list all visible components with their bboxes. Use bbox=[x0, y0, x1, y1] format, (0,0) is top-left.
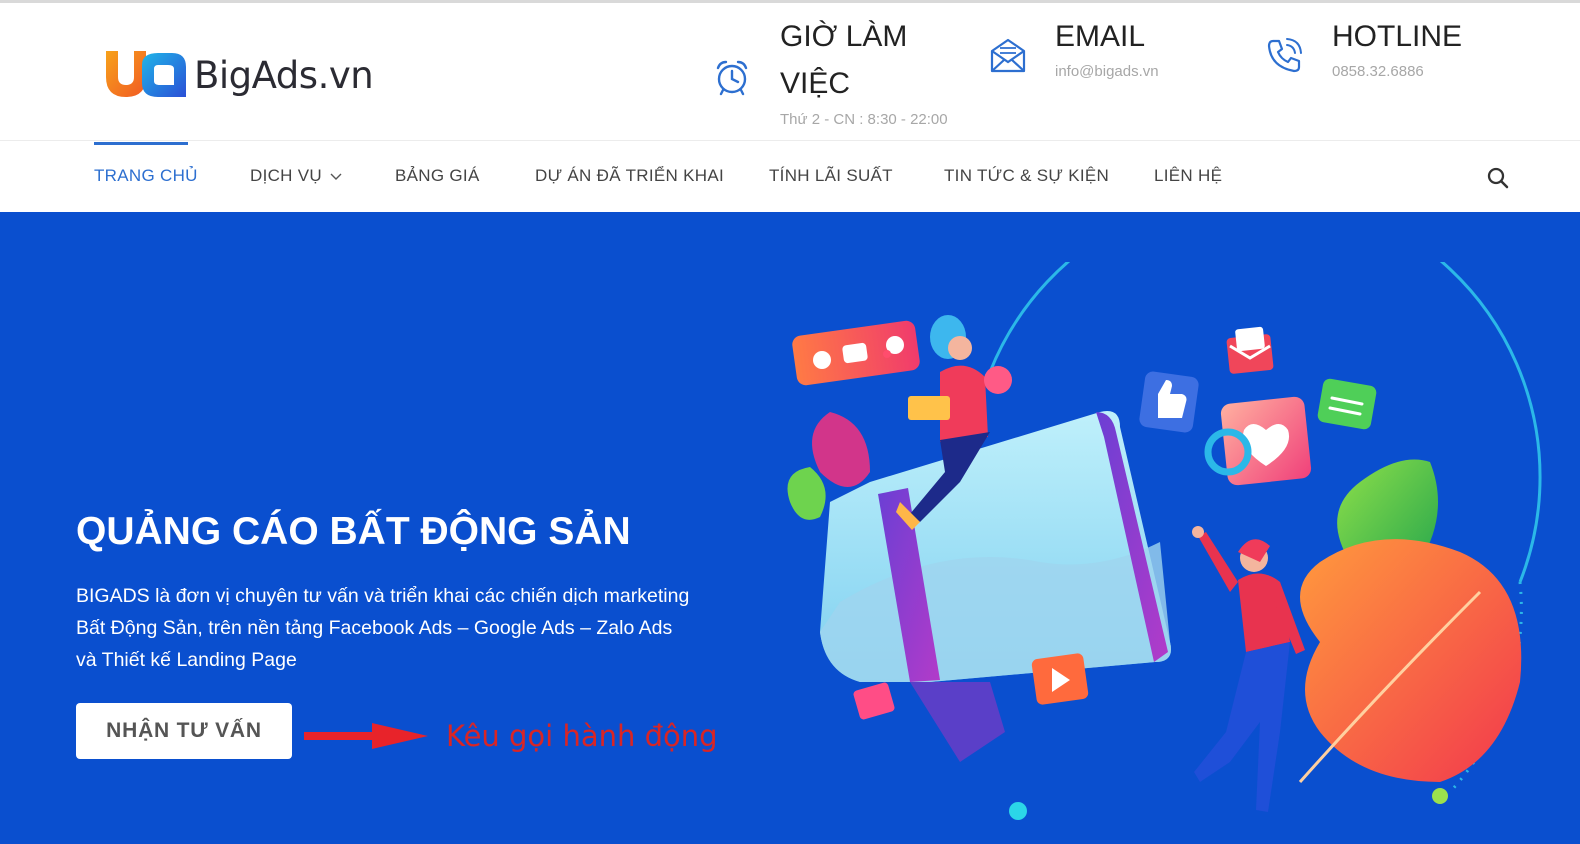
hero-description-line: Bất Động Sản, trên nền tảng Facebook Ads… bbox=[76, 617, 673, 639]
nav-item-interest-calculator[interactable]: TÍNH LÃI SUẤT bbox=[769, 166, 893, 186]
hero-banner: QUẢNG CÁO BẤT ĐỘNG SẢN BIGADS là đơn vị … bbox=[0, 212, 1580, 844]
hours-title-line1: GIỜ LÀM bbox=[780, 20, 908, 53]
bigads-logo-icon bbox=[106, 51, 186, 97]
nav-item-pricing[interactable]: BẢNG GIÁ bbox=[395, 166, 480, 186]
hero-description: BIGADS là đơn vị chuyên tư vấn và triển … bbox=[76, 580, 716, 676]
main-nav: TRANG CHỦ DỊCH VỤ BẢNG GIÁ DỰ ÁN ĐÃ TRIỂ… bbox=[0, 142, 1580, 212]
logo-text: BigAds.vn bbox=[194, 53, 374, 97]
hero-description-line: và Thiết kế Landing Page bbox=[76, 649, 297, 671]
hotline-title: HOTLINE bbox=[1332, 20, 1463, 53]
red-arrow-icon bbox=[304, 723, 428, 749]
hours-subtitle: Thứ 2 - CN : 8:30 - 22:00 bbox=[780, 111, 948, 128]
nav-item-home[interactable]: TRANG CHỦ bbox=[94, 166, 198, 186]
hero-title: QUẢNG CÁO BẤT ĐỘNG SẢN bbox=[76, 510, 631, 553]
phone-icon bbox=[1267, 38, 1302, 73]
get-consultation-button[interactable]: NHẬN TƯ VẤN bbox=[76, 703, 292, 759]
nav-item-projects[interactable]: DỰ ÁN ĐÃ TRIỂN KHAI bbox=[535, 166, 724, 186]
hotline-number-link[interactable]: 0858.32.6886 bbox=[1332, 63, 1424, 80]
nav-item-contact[interactable]: LIÊN HỆ bbox=[1154, 166, 1222, 186]
envelope-icon bbox=[990, 38, 1026, 73]
email-address-link[interactable]: info@bigads.vn bbox=[1055, 63, 1159, 80]
alarm-clock-icon bbox=[716, 60, 748, 96]
nav-item-services-label: DỊCH VỤ bbox=[250, 166, 322, 185]
site-header: BigAds.vn GIỜ LÀM VIỆC Thứ 2 - CN : 8:30… bbox=[0, 3, 1580, 141]
hours-title-line2: VIỆC bbox=[780, 67, 851, 100]
site-logo[interactable]: BigAds.vn bbox=[102, 47, 374, 103]
marketing-megaphone-illustration bbox=[787, 262, 1542, 820]
chevron-down-icon bbox=[330, 173, 342, 180]
email-title: EMAIL bbox=[1055, 20, 1146, 53]
hero-description-line: BIGADS là đơn vị chuyên tư vấn và triển … bbox=[76, 585, 690, 607]
call-to-action-annotation: Kêu gọi hành động bbox=[446, 719, 718, 753]
active-nav-indicator bbox=[94, 142, 188, 145]
nav-item-news-events[interactable]: TIN TỨC & SỰ KIỆN bbox=[944, 166, 1109, 186]
nav-item-services[interactable]: DỊCH VỤ bbox=[250, 166, 342, 186]
search-icon[interactable] bbox=[1486, 166, 1510, 190]
